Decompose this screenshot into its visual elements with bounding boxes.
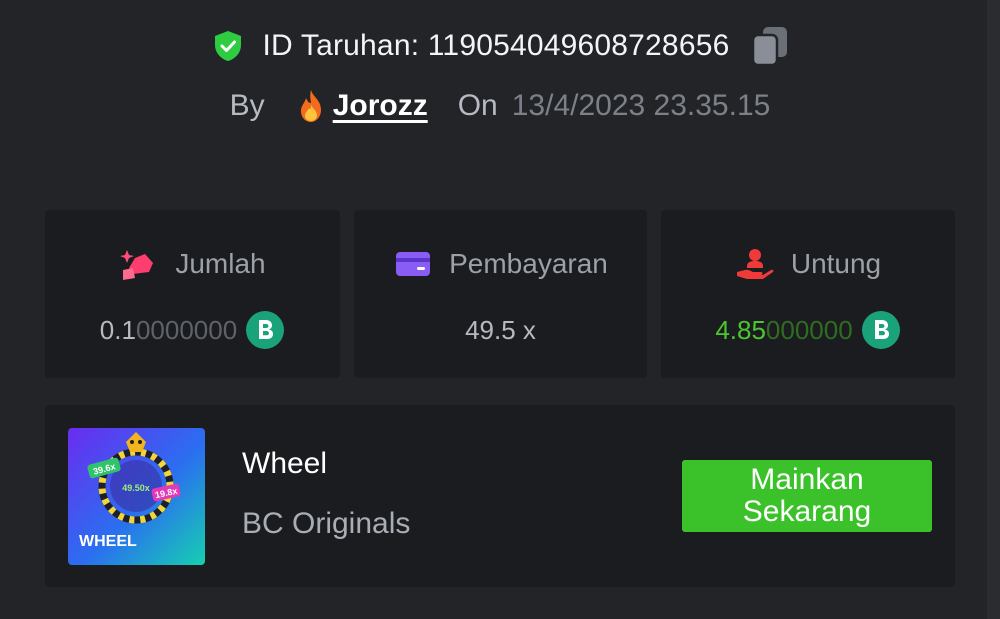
stat-card-payout: Pembayaran 49.5 x: [354, 210, 647, 378]
wheel-thumbnail-art: 39.6x 49.50x 19.8x WHEEL: [68, 428, 205, 565]
thumb-wheel-label: WHEEL: [79, 533, 137, 550]
username-text: Jorozz: [332, 89, 428, 122]
profit-hand-icon: [736, 249, 774, 279]
stat-card-amount: Jumlah 0.10000000: [45, 210, 340, 378]
bc-coin-icon: [861, 311, 900, 349]
username-link[interactable]: Jorozz: [295, 89, 428, 123]
by-label: By: [229, 89, 265, 122]
verified-shield-icon: [214, 31, 241, 61]
bet-id-row: ID Taruhan: 119054049608728656: [0, 22, 1000, 70]
play-now-button[interactable]: Mainkan Sekarang: [682, 460, 932, 532]
stat-label-payout: Pembayaran: [449, 248, 608, 279]
amount-value-trailing: 0000000: [135, 314, 238, 345]
payout-card-icon: [396, 252, 431, 276]
thumb-tag-2: 49.50x: [122, 483, 150, 493]
stat-label-amount: Jumlah: [175, 248, 266, 279]
game-panel: 39.6x 49.50x 19.8x WHEEL Wheel BC Origin…: [45, 405, 955, 587]
bet-meta-row: By Jorozz On 13/4/2023 23.35.15: [0, 82, 1000, 130]
bc-coin-icon: [246, 311, 285, 349]
game-title[interactable]: Wheel: [242, 447, 327, 481]
profit-value-main: 4.85: [715, 314, 766, 345]
on-label: On: [457, 89, 498, 122]
game-thumbnail[interactable]: 39.6x 49.50x 19.8x WHEEL: [68, 428, 205, 565]
copy-icon[interactable]: [751, 25, 789, 67]
game-provider: BC Originals: [242, 507, 411, 540]
flame-icon: [300, 90, 321, 122]
stat-label-profit: Untung: [790, 248, 882, 279]
amount-value-main: 0.1: [99, 314, 136, 345]
bet-datetime: 13/4/2023 23.35.15: [511, 89, 771, 122]
bet-id-text: ID Taruhan: 119054049608728656: [262, 29, 730, 62]
profit-value-trailing: 000000: [765, 314, 853, 345]
stat-card-profit: Untung 4.85000000: [661, 210, 955, 378]
payout-value: 49.5 x: [465, 314, 536, 345]
bet-amount-icon: [120, 250, 154, 280]
